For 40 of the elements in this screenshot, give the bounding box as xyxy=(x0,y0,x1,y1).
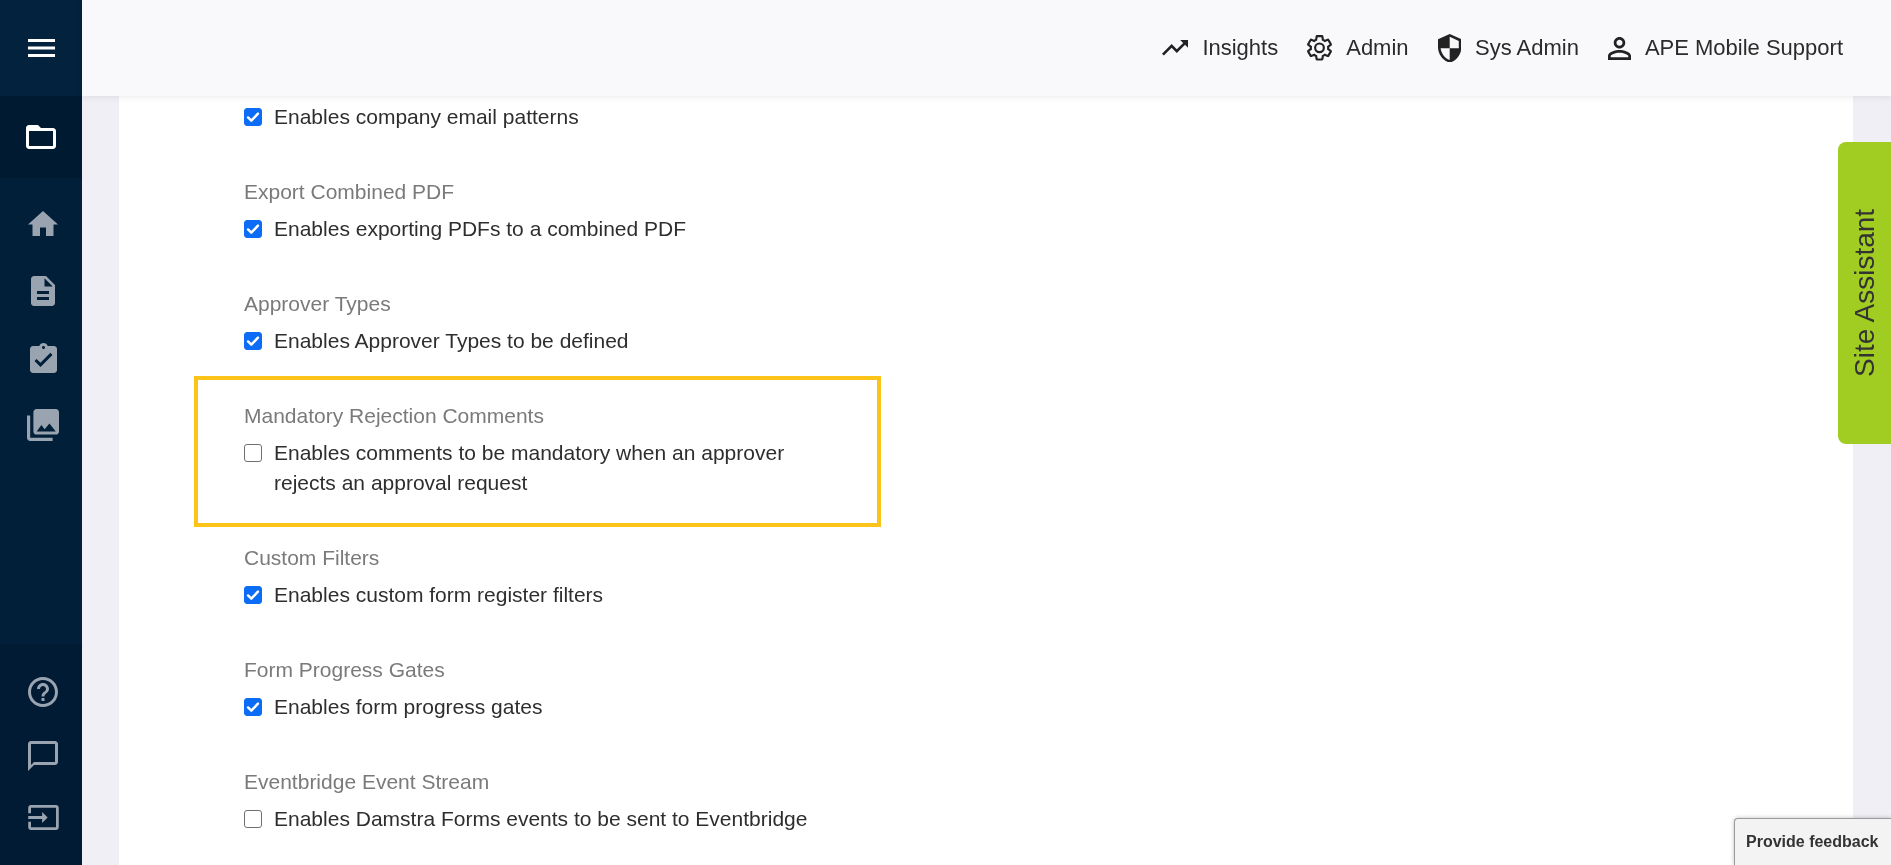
setting-description: Enables Damstra Forms events to be sent to Eventbridge xyxy=(274,806,808,832)
sidebar-item[interactable] xyxy=(0,96,82,178)
setting-title: Mandatory Rejection Comments xyxy=(244,403,544,429)
shield-icon xyxy=(1437,33,1461,63)
checkbox[interactable] xyxy=(244,698,262,716)
setting-title: Custom Filters xyxy=(244,545,380,571)
clipboard-check-icon xyxy=(29,342,57,373)
setting-title: Export Combined PDF xyxy=(244,179,455,205)
help-icon[interactable] xyxy=(28,677,58,707)
checkbox[interactable] xyxy=(244,810,262,828)
nav-link[interactable]: Sys Admin xyxy=(1437,33,1579,63)
setting-title: Form Progress Gates xyxy=(244,657,445,683)
site-assistant-tab[interactable]: Site Assistant xyxy=(1838,142,1891,444)
checkbox[interactable] xyxy=(244,332,262,350)
nav-link[interactable]: APE Mobile Support xyxy=(1607,35,1843,61)
setting-title: Approver Types xyxy=(244,291,391,317)
setting-description: Enables company email patterns xyxy=(274,104,579,130)
checkbox[interactable] xyxy=(244,444,262,462)
feedback-button[interactable]: Provide feedback xyxy=(1734,818,1891,865)
checkbox[interactable] xyxy=(244,108,262,126)
setting-description: Enables comments to be mandatory when an approver rejects an approval request xyxy=(274,440,786,496)
checkbox[interactable] xyxy=(244,586,262,604)
menu-icon[interactable] xyxy=(27,39,55,57)
trending-up-icon xyxy=(1162,40,1189,56)
setting-description: Enables exporting PDFs to a combined PDF xyxy=(274,216,687,242)
setting-description: Enables custom form register filters xyxy=(274,582,604,608)
nav-link[interactable]: Insights xyxy=(1162,35,1279,61)
nav-link[interactable]: Admin xyxy=(1307,35,1409,61)
person-icon xyxy=(1607,36,1631,60)
photo-stack-icon xyxy=(27,408,59,441)
gear-icon xyxy=(1307,35,1333,61)
setting-description: Enables Approver Types to be defined xyxy=(274,328,629,354)
setting-description: Enables form progress gates xyxy=(274,694,543,720)
checkbox[interactable] xyxy=(244,220,262,238)
folder-icon xyxy=(26,125,56,149)
document-icon xyxy=(31,275,55,306)
home-icon xyxy=(28,210,58,237)
chat-icon[interactable] xyxy=(28,741,58,771)
setting-title: Eventbridge Event Stream xyxy=(244,769,490,795)
exit-icon[interactable] xyxy=(27,805,59,830)
